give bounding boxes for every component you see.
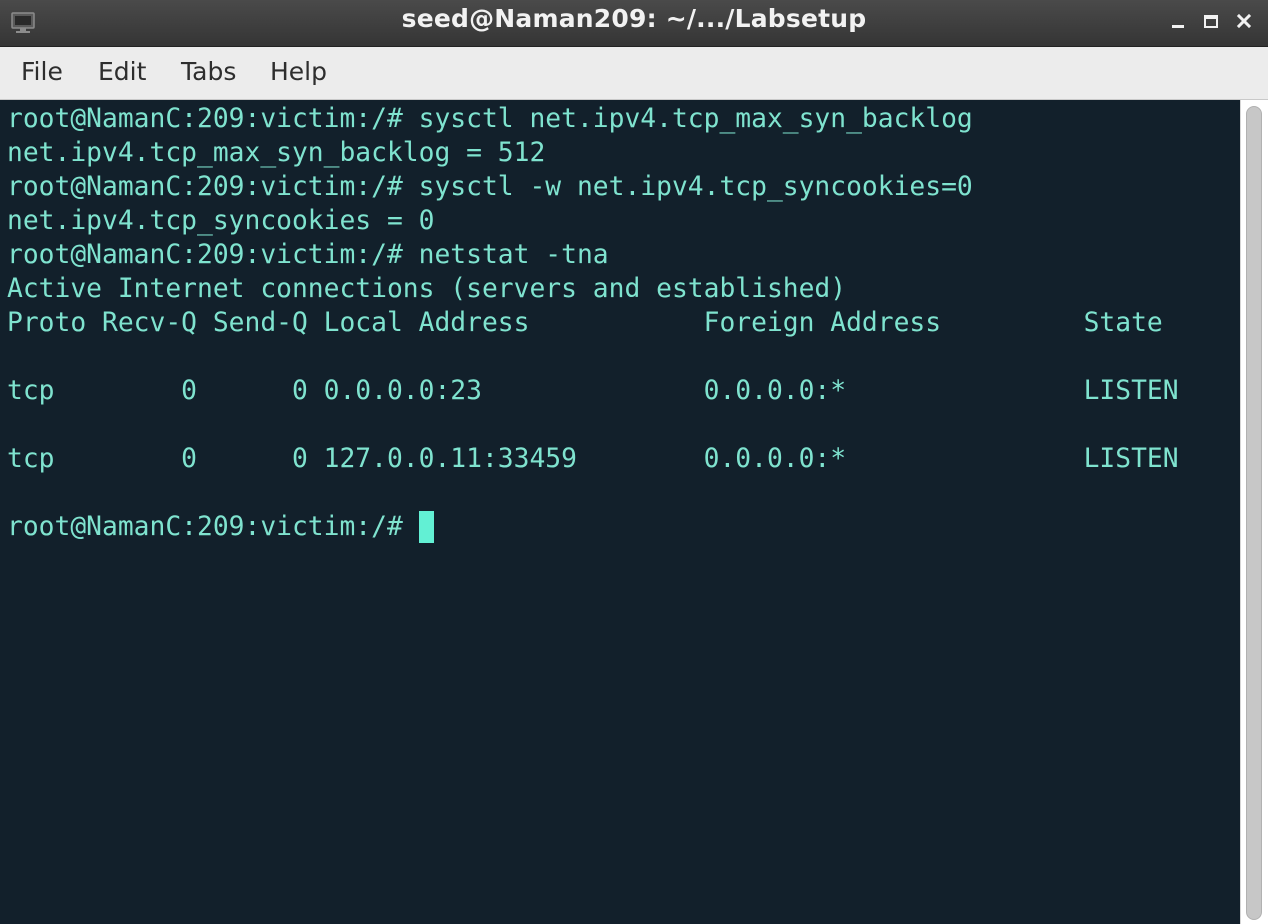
terminal-line: net.ipv4.tcp_syncookies = 0 xyxy=(7,206,435,236)
menu-help[interactable]: Help xyxy=(270,57,327,86)
terminal-line: root@NamanC:209:victim:/# sysctl -w net.… xyxy=(7,172,973,202)
title-bar[interactable]: seed@Naman209: ~/.../Labsetup xyxy=(0,0,1268,47)
terminal-prompt-line[interactable]: root@NamanC:209:victim:/# xyxy=(7,510,434,544)
terminal-output[interactable]: root@NamanC:209:victim:/# sysctl net.ipv… xyxy=(0,100,1240,924)
scrollbar-thumb[interactable] xyxy=(1246,106,1262,920)
terminal-prompt: root@NamanC:209:victim:/# xyxy=(7,512,419,542)
menu-bar: File Edit Tabs Help xyxy=(0,47,1268,100)
terminal-line: root@NamanC:209:victim:/# netstat -tna xyxy=(7,240,609,270)
menu-tabs[interactable]: Tabs xyxy=(181,57,236,86)
terminal-window: seed@Naman209: ~/.../Labsetup File Edit … xyxy=(0,0,1268,924)
terminal-line: root@NamanC:209:victim:/# sysctl net.ipv… xyxy=(7,104,973,134)
window-title: seed@Naman209: ~/.../Labsetup xyxy=(401,4,867,33)
terminal-line: tcp 0 0 0.0.0.0:23 0.0.0.0:* LISTEN xyxy=(7,376,1179,406)
terminal-line: Proto Recv-Q Send-Q Local Address Foreig… xyxy=(7,308,1163,338)
maximize-icon[interactable] xyxy=(1200,10,1222,32)
terminal-line: net.ipv4.tcp_max_syn_backlog = 512 xyxy=(7,138,546,168)
terminal-line: tcp 0 0 127.0.0.11:33459 0.0.0.0:* LISTE… xyxy=(7,444,1179,474)
close-icon[interactable] xyxy=(1233,10,1255,32)
minimize-icon[interactable] xyxy=(1167,10,1189,32)
menu-file[interactable]: File xyxy=(21,57,63,86)
terminal-cursor xyxy=(418,511,434,543)
menu-edit[interactable]: Edit xyxy=(98,57,146,86)
vertical-scrollbar[interactable] xyxy=(1240,100,1268,924)
terminal-line: Active Internet connections (servers and… xyxy=(7,274,847,304)
